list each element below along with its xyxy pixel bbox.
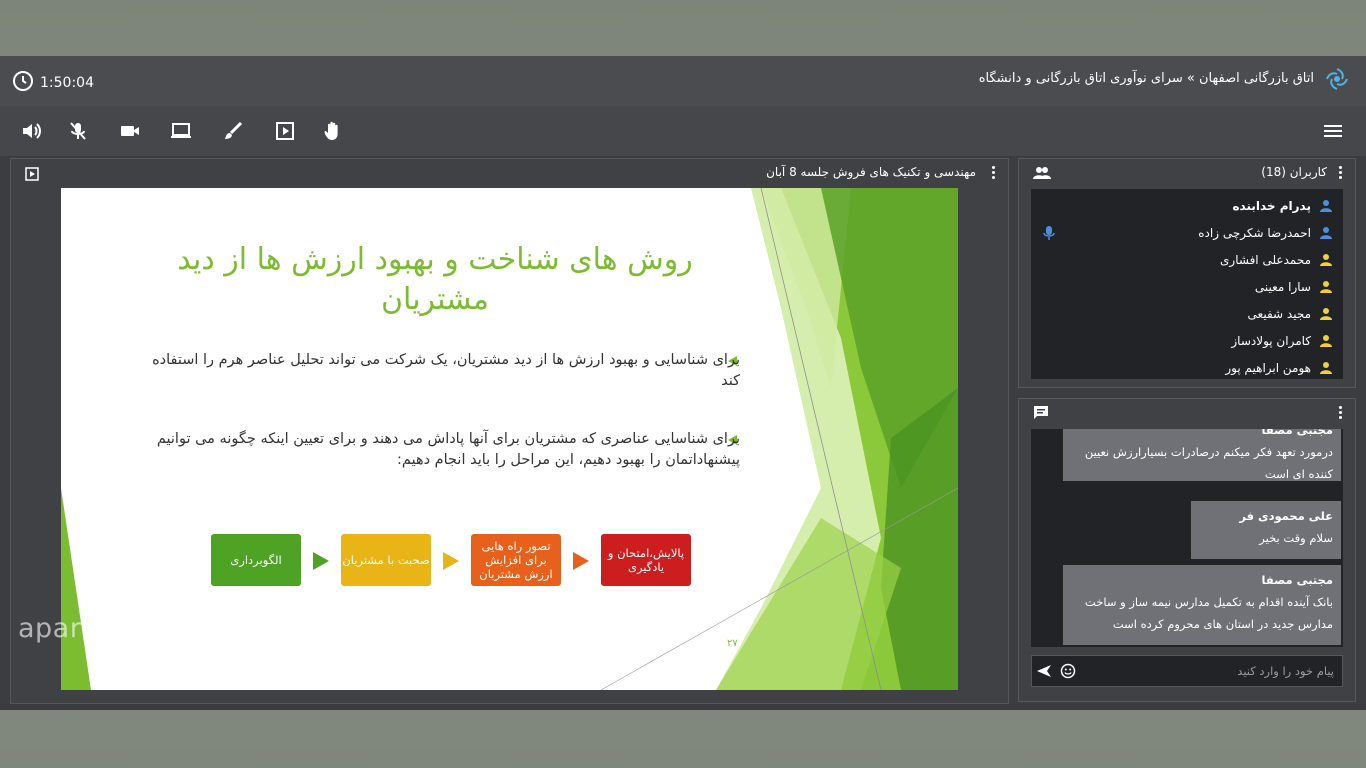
toolbar (0, 106, 1366, 156)
users-panel: کاربران (18) پدرام خدابنده احمدرضا شکرچی … (1018, 158, 1356, 388)
chat-placeholder: پیام خود را وارد کنید (1237, 664, 1334, 678)
chat-panel: مجتبی مصفا درمورد تعهد فکر میکنم درصادرا… (1018, 398, 1356, 702)
chat-message: مجتبی مصفا درمورد تعهد فکر میکنم درصادرا… (1063, 429, 1341, 481)
slide-bullet-1: برای شناسایی و بهبود ارزش ها از دید مشتر… (152, 352, 740, 389)
user-list-item[interactable]: پدرام خدابنده (1031, 193, 1343, 219)
user-name: پدرام خدابنده (1232, 199, 1311, 213)
user-avatar-icon (1319, 334, 1333, 348)
process-step-imagine: تصور راه هایی برای افزایش ارزش مشتریان (471, 534, 561, 586)
send-icon[interactable] (1036, 663, 1052, 683)
user-name: سارا معینی (1254, 280, 1311, 294)
user-avatar-icon (1319, 253, 1333, 267)
speaker-icon[interactable] (20, 120, 42, 142)
emoji-icon[interactable] (1060, 663, 1076, 683)
user-avatar-icon (1319, 361, 1333, 375)
chat-sender: مجتبی مصفا (1261, 573, 1333, 587)
user-list-item[interactable]: احمدرضا شکرچی زاده (1031, 220, 1343, 246)
step-arrow-icon (573, 552, 589, 570)
slide-page-number: ۲۷ (727, 638, 738, 649)
process-step-benchmark: الگوبرداری (211, 534, 301, 586)
user-avatar-icon (1319, 199, 1333, 213)
chat-input[interactable]: پیام خود را وارد کنید (1031, 655, 1343, 687)
watermark-text: aparat.com/Osoul_innovation (18, 613, 428, 644)
app-window: 1:50:04 اتاق بازرگانی اصفهان » سرای نوآو… (0, 56, 1366, 710)
mic-muted-icon[interactable] (67, 120, 89, 142)
screen-share-icon[interactable] (170, 120, 192, 142)
user-name: هومن ابراهیم پور (1225, 361, 1311, 375)
user-avatar-icon (1319, 226, 1333, 240)
play-media-icon[interactable] (274, 120, 296, 142)
user-name: محمدعلی افشاری (1220, 253, 1311, 267)
chat-icon (1033, 405, 1049, 425)
slide-heading: روش های شناخت و بهبود ارزش ها از دید مشت… (177, 242, 693, 317)
step-arrow-icon (313, 552, 329, 570)
process-step-refine: پالایش،امتحان و یادگیری (601, 534, 691, 586)
user-list-item[interactable]: محمدعلی افشاری (1031, 247, 1343, 273)
room-title: اتاق بازرگانی اصفهان » سرای نوآوری اتاق … (978, 71, 1314, 86)
menu-icon[interactable] (1322, 120, 1344, 142)
user-name: مجید شفیعی (1247, 307, 1311, 321)
chat-text: درمورد تعهد فکر میکنم درصادرات بسیارارزش… (1084, 445, 1333, 481)
top-bar: 1:50:04 اتاق بازرگانی اصفهان » سرای نوآو… (0, 56, 1366, 107)
presentation-options-icon[interactable] (992, 166, 996, 180)
chat-message: علی محمودی فر سلام وقت بخیر (1191, 501, 1341, 559)
user-name: کامران پولادساز (1231, 334, 1311, 348)
chat-text: سلام وقت بخیر (1259, 531, 1333, 545)
user-list-item[interactable]: سارا معینی (1031, 274, 1343, 300)
user-name: احمدرضا شکرچی زاده (1198, 226, 1311, 240)
user-list: پدرام خدابنده احمدرضا شکرچی زاده محمدعلی ا… (1031, 189, 1343, 379)
slide-bullet-2: برای شناسایی عناصری که مشتریان برای آنها… (156, 431, 740, 468)
chat-log: مجتبی مصفا درمورد تعهد فکر میکنم درصادرا… (1031, 429, 1343, 647)
camera-icon[interactable] (119, 120, 141, 142)
step-arrow-icon (443, 552, 459, 570)
users-icon (1033, 165, 1051, 184)
chat-sender: مجتبی مصفا (1261, 429, 1333, 437)
app-logo-icon (1324, 66, 1350, 92)
chat-options-icon[interactable] (1339, 406, 1343, 420)
chat-sender: علی محمودی فر (1239, 509, 1333, 523)
user-avatar-icon (1319, 307, 1333, 321)
minimize-presentation-icon[interactable] (25, 166, 39, 185)
presentation-title: مهندسی و تکنیک های فروش جلسه 8 آبان (766, 165, 976, 179)
user-list-item[interactable]: کامران پولادساز (1031, 328, 1343, 354)
user-list-item[interactable]: مجید شفیعی (1031, 301, 1343, 327)
user-list-item[interactable]: هومن ابراهیم پور (1031, 355, 1343, 381)
clock-icon (12, 70, 34, 96)
session-timer: 1:50:04 (12, 70, 94, 96)
process-step-talk: صحبت با مشتریان (341, 534, 431, 586)
chat-message: مجتبی مصفا بانک آینده اقدام به تکمیل مدا… (1063, 565, 1341, 645)
brush-icon[interactable] (222, 120, 244, 142)
mic-active-icon (1043, 225, 1055, 244)
chat-text: بانک آینده اقدام به تکمیل مدارس نیمه ساز… (1084, 595, 1333, 631)
user-avatar-icon (1319, 280, 1333, 294)
users-options-icon[interactable] (1339, 166, 1343, 180)
raise-hand-icon[interactable] (322, 120, 344, 142)
users-title: کاربران (18) (1261, 165, 1327, 179)
timer-text: 1:50:04 (40, 75, 94, 91)
